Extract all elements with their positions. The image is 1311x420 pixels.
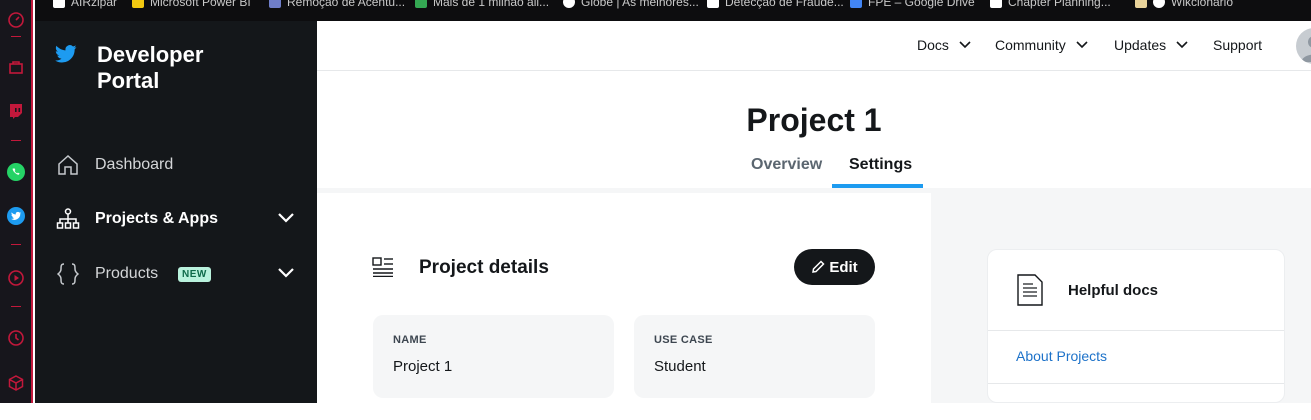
developer-portal-sidebar: Developer Portal Dashboard Projects & Ap… bbox=[35, 21, 317, 403]
bookmark-item[interactable]: FPE – Google Drive bbox=[850, 0, 975, 9]
cube-icon[interactable] bbox=[6, 373, 26, 393]
bookmark-item[interactable]: Mais de 1 milhão all... bbox=[415, 0, 549, 9]
twitter-rail-icon[interactable] bbox=[6, 206, 26, 226]
nav-label: Support bbox=[1213, 37, 1263, 53]
home-icon bbox=[56, 153, 80, 177]
nav-label: Community bbox=[995, 37, 1066, 53]
bookmark-favicon bbox=[53, 0, 65, 8]
new-badge: NEW bbox=[178, 267, 211, 282]
bookmark-item[interactable]: Wikcionário bbox=[1135, 0, 1233, 9]
nav-community[interactable]: Community bbox=[995, 37, 1088, 53]
field-value: Student bbox=[654, 358, 706, 375]
top-navigation: Docs Community Updates Support bbox=[317, 21, 1311, 71]
field-label: USE CASE bbox=[654, 334, 713, 346]
chevron-down-icon bbox=[1076, 41, 1088, 49]
nav-label: Updates bbox=[1114, 37, 1167, 53]
browser-window: AIRzipar Microsoft Power BI Remoção de A… bbox=[0, 0, 1311, 420]
divider bbox=[988, 383, 1284, 384]
bookmark-favicon bbox=[707, 0, 719, 8]
twitch-icon[interactable] bbox=[6, 101, 26, 121]
page-title: Project 1 bbox=[746, 102, 882, 138]
twitter-bird-icon[interactable] bbox=[55, 45, 77, 68]
chevron-down-icon bbox=[959, 41, 971, 49]
bookmark-item[interactable]: Detecção de Fraude... bbox=[707, 0, 844, 9]
divider bbox=[988, 330, 1284, 331]
tab-settings[interactable]: Settings bbox=[849, 156, 912, 174]
bookmark-favicon bbox=[415, 0, 427, 8]
bookmark-item[interactable]: Globe | As melhores... bbox=[563, 0, 699, 9]
bookmark-favicon bbox=[850, 0, 862, 8]
chevron-down-icon[interactable] bbox=[277, 266, 295, 285]
bookmark-favicon bbox=[132, 0, 144, 8]
whatsapp-icon[interactable] bbox=[6, 162, 26, 182]
project-tree-icon bbox=[56, 207, 80, 231]
document-icon bbox=[1017, 274, 1043, 311]
field-label: NAME bbox=[393, 334, 427, 346]
use-case-field-card: USE CASE Student bbox=[634, 315, 875, 398]
bookmark-favicon bbox=[269, 0, 281, 8]
sidebar-item-label: Projects & Apps bbox=[95, 210, 218, 227]
sidebar-item-label: Products bbox=[95, 265, 159, 282]
nav-docs[interactable]: Docs bbox=[917, 37, 971, 53]
bookmark-item[interactable]: AIRzipar bbox=[53, 0, 117, 9]
bookmarks-bar: AIRzipar Microsoft Power BI Remoção de A… bbox=[35, 0, 1311, 21]
nav-label: Docs bbox=[917, 37, 949, 53]
bottom-strip bbox=[0, 403, 1311, 420]
clock-icon[interactable] bbox=[6, 328, 26, 348]
brand-line-2: Portal bbox=[97, 68, 160, 93]
bookmark-item[interactable]: Chapter Planning... bbox=[990, 0, 1111, 9]
avatar[interactable] bbox=[1296, 28, 1311, 64]
braces-icon bbox=[56, 262, 80, 286]
bookmark-item[interactable]: Microsoft Power BI bbox=[132, 0, 251, 9]
brand-line-1: Developer bbox=[97, 42, 204, 67]
sidebar-item-label: Dashboard bbox=[95, 156, 174, 173]
bookmark-favicon bbox=[563, 0, 575, 8]
chevron-down-icon[interactable] bbox=[277, 211, 295, 230]
helpful-docs-card: Helpful docs About Projects bbox=[987, 249, 1285, 403]
details-list-icon bbox=[372, 257, 394, 282]
bag-icon[interactable] bbox=[6, 57, 26, 77]
project-details-title: Project details bbox=[419, 257, 549, 278]
edit-button-label: Edit bbox=[829, 258, 858, 276]
sidebar-item-dashboard[interactable]: Dashboard bbox=[35, 149, 317, 181]
portal-brand-title[interactable]: Developer Portal bbox=[97, 42, 203, 94]
edit-button[interactable]: Edit bbox=[794, 249, 875, 285]
bookmark-favicon bbox=[1135, 0, 1147, 8]
name-field-card: NAME Project 1 bbox=[373, 315, 614, 398]
nav-support[interactable]: Support bbox=[1213, 37, 1262, 53]
play-circle-icon[interactable] bbox=[6, 268, 26, 288]
tab-overview[interactable]: Overview bbox=[751, 156, 822, 174]
pencil-icon bbox=[812, 260, 825, 273]
bookmark-favicon bbox=[990, 0, 1002, 8]
chevron-down-icon bbox=[1176, 41, 1188, 49]
helpful-docs-title: Helpful docs bbox=[1068, 282, 1159, 299]
sidebar-item-projects-apps[interactable]: Projects & Apps bbox=[35, 203, 317, 235]
browser-sidebar-rail bbox=[0, 0, 33, 403]
bookmark-item[interactable]: Remoção de Acentu... bbox=[269, 0, 405, 9]
sidebar-item-products[interactable]: Products NEW bbox=[35, 258, 317, 290]
about-projects-link[interactable]: About Projects bbox=[1016, 348, 1107, 364]
nav-updates[interactable]: Updates bbox=[1114, 37, 1188, 53]
bookmark-favicon bbox=[1153, 0, 1165, 8]
field-value: Project 1 bbox=[393, 358, 453, 375]
speedometer-icon[interactable] bbox=[6, 10, 26, 30]
